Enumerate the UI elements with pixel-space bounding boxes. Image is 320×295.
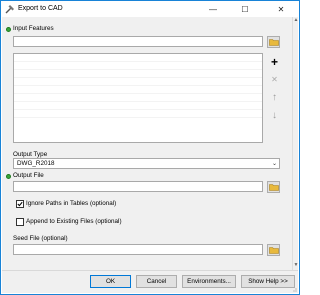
cancel-button[interactable]: Cancel [136, 275, 177, 288]
vertical-scrollbar[interactable]: ▲ ▼ [292, 17, 298, 270]
folder-icon [268, 247, 279, 254]
required-indicator-icon [6, 174, 11, 179]
export-to-cad-dialog: Export to CAD — ☐ ✕ Input Features + ✕ ↑… [0, 0, 300, 295]
chevron-down-icon: ⌄ [271, 161, 277, 167]
list-item[interactable] [14, 62, 262, 70]
output-type-value: DWG_R2018 [17, 160, 55, 167]
footer-divider [2, 270, 298, 271]
list-item[interactable] [14, 78, 262, 86]
maximize-button[interactable]: ☐ [233, 1, 257, 17]
required-indicator-icon [6, 27, 11, 32]
seed-file-field[interactable] [13, 244, 263, 255]
input-features-browse-button[interactable] [267, 36, 280, 48]
ignore-paths-checkbox[interactable] [16, 200, 24, 208]
ok-button[interactable]: OK [90, 275, 131, 288]
resize-grip-icon[interactable] [291, 286, 297, 292]
input-features-label: Input Features [13, 25, 54, 32]
seed-file-label: Seed File (optional) [13, 235, 68, 242]
dialog-body: Input Features + ✕ ↑ ↓ Output Type DWG_R… [2, 17, 298, 293]
add-row-button[interactable]: + [268, 55, 281, 69]
append-existing-label: Append to Existing Files (optional) [26, 218, 122, 225]
remove-row-button[interactable]: ✕ [268, 73, 281, 86]
output-type-select[interactable]: DWG_R2018 ⌄ [13, 158, 280, 169]
checkmark-icon [17, 201, 23, 207]
move-up-button[interactable]: ↑ [268, 91, 281, 104]
move-down-button[interactable]: ↓ [268, 109, 281, 122]
minimize-button[interactable]: — [201, 1, 225, 17]
close-button[interactable]: ✕ [269, 1, 293, 17]
input-features-list[interactable] [13, 53, 263, 143]
ignore-paths-label: Ignore Paths in Tables (optional) [26, 200, 117, 207]
scroll-down-icon[interactable]: ▼ [293, 262, 299, 270]
list-item[interactable] [14, 54, 262, 62]
window-title: Export to CAD [18, 5, 63, 12]
environments-button[interactable]: Environments... [182, 275, 236, 288]
input-features-field[interactable] [13, 36, 263, 47]
list-item[interactable] [14, 94, 262, 102]
list-item[interactable] [14, 70, 262, 78]
list-item[interactable] [14, 86, 262, 94]
output-file-browse-button[interactable] [267, 181, 280, 193]
output-file-label: Output File [13, 172, 44, 179]
seed-file-browse-button[interactable] [267, 244, 280, 256]
folder-icon [268, 184, 279, 191]
output-file-field[interactable] [13, 181, 263, 192]
hammer-tool-icon [5, 5, 14, 14]
folder-icon [268, 39, 279, 46]
scroll-up-icon[interactable]: ▲ [293, 17, 299, 25]
append-existing-checkbox[interactable] [16, 218, 24, 226]
list-item[interactable] [14, 102, 262, 110]
title-bar[interactable]: Export to CAD — ☐ ✕ [1, 1, 299, 17]
show-help-button[interactable]: Show Help >> [241, 275, 295, 288]
list-item[interactable] [14, 110, 262, 118]
